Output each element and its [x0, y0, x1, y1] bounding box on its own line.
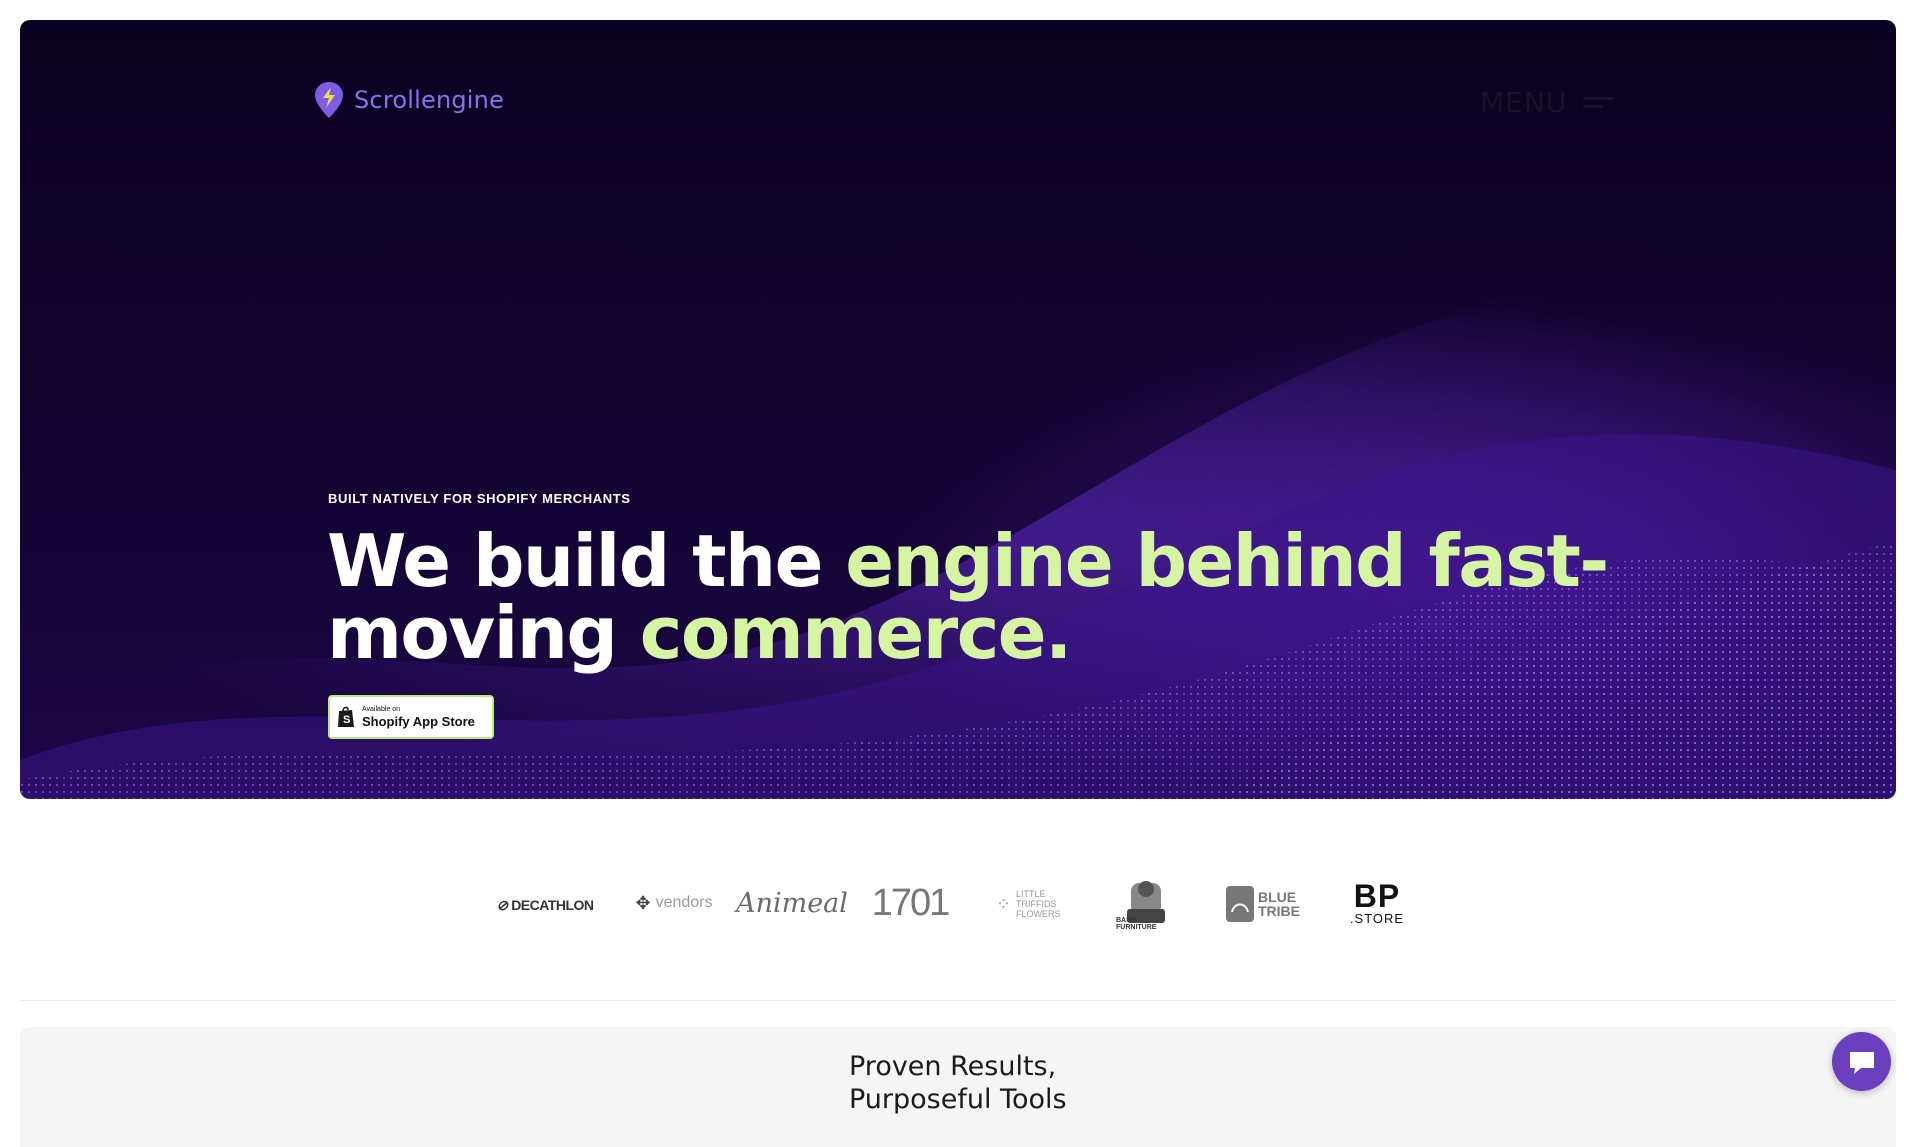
hero-headline: We build the engine behind fast- moving … — [327, 525, 1627, 669]
brand-label: LITTLE TRIFFIDS FLOWERS — [1016, 889, 1061, 919]
brand-logo[interactable]: Scrollengine — [314, 80, 504, 120]
brand-label: BASH FURNITURE — [1116, 917, 1157, 931]
headline-accent2: commerce. — [639, 591, 1073, 675]
client-logos-strip: ⊘ DECATHLON ✥ vendors Animeal 1701 ⁘ LIT… — [0, 860, 1916, 950]
brand-label: 1701 — [871, 881, 951, 924]
svg-text:S: S — [343, 714, 350, 726]
shopify-bag-icon: S — [338, 706, 354, 727]
section-divider — [20, 1000, 1896, 1001]
brand-label: BLUE TRIBE — [1258, 889, 1300, 919]
brand-label: vendors — [655, 894, 713, 911]
brand-logo-1701: 1701 — [870, 880, 951, 926]
brand-sublabel: .STORE — [1349, 910, 1405, 926]
chat-bubble-icon — [1849, 1051, 1874, 1074]
hero-eyebrow: BUILT NATIVELY FOR SHOPIFY MERCHANTS — [328, 491, 631, 506]
lightning-pin-icon — [315, 82, 343, 118]
vendors-mark-icon: ✥ — [635, 892, 651, 913]
brand-logo-bash-furniture: BASH FURNITURE — [1116, 868, 1176, 938]
brand-label: BP — [1353, 877, 1401, 914]
badge-label: Shopify App Store — [362, 714, 475, 729]
brand-label: Animeal — [736, 887, 848, 919]
brand-logo-decathlon: ⊘ DECATHLON — [496, 896, 594, 914]
brand-logo-little-triffids: ⁘ LITTLE TRIFFIDS FLOWERS — [988, 884, 1072, 924]
particle-wave-background — [20, 240, 1896, 799]
headline-part2: moving — [327, 591, 640, 675]
menu-button[interactable]: MENU — [1480, 86, 1614, 119]
brand-name: Scrollengine — [354, 86, 505, 114]
menu-label: MENU — [1480, 86, 1568, 119]
section-title-line2: Purposeful Tools — [849, 1084, 1067, 1115]
brand-logo-bp-store: BP .STORE — [1342, 878, 1412, 928]
chat-launcher-button[interactable] — [1832, 1032, 1891, 1091]
section-title-line1: Proven Results, — [849, 1051, 1057, 1082]
brand-logo-blue-tribe: BLUE TRIBE — [1222, 884, 1308, 924]
section-title: Proven Results, Purposeful Tools — [849, 1050, 1067, 1116]
brand-label: DECATHLON — [511, 897, 594, 913]
hero-section: Scrollengine MENU BUILT NATIVELY FOR SHO… — [20, 20, 1896, 799]
badge-small-text: Available on — [362, 706, 401, 713]
brand-logo-animeal: Animeal — [736, 884, 848, 922]
brand-logo-vendors: ✥ vendors — [626, 888, 722, 918]
shopify-app-store-badge[interactable]: S Available on Shopify App Store — [328, 695, 494, 739]
blue-tribe-mark-icon — [1226, 886, 1254, 922]
triffids-mark-icon: ⁘ — [995, 893, 1012, 914]
hamburger-icon — [1583, 97, 1614, 108]
